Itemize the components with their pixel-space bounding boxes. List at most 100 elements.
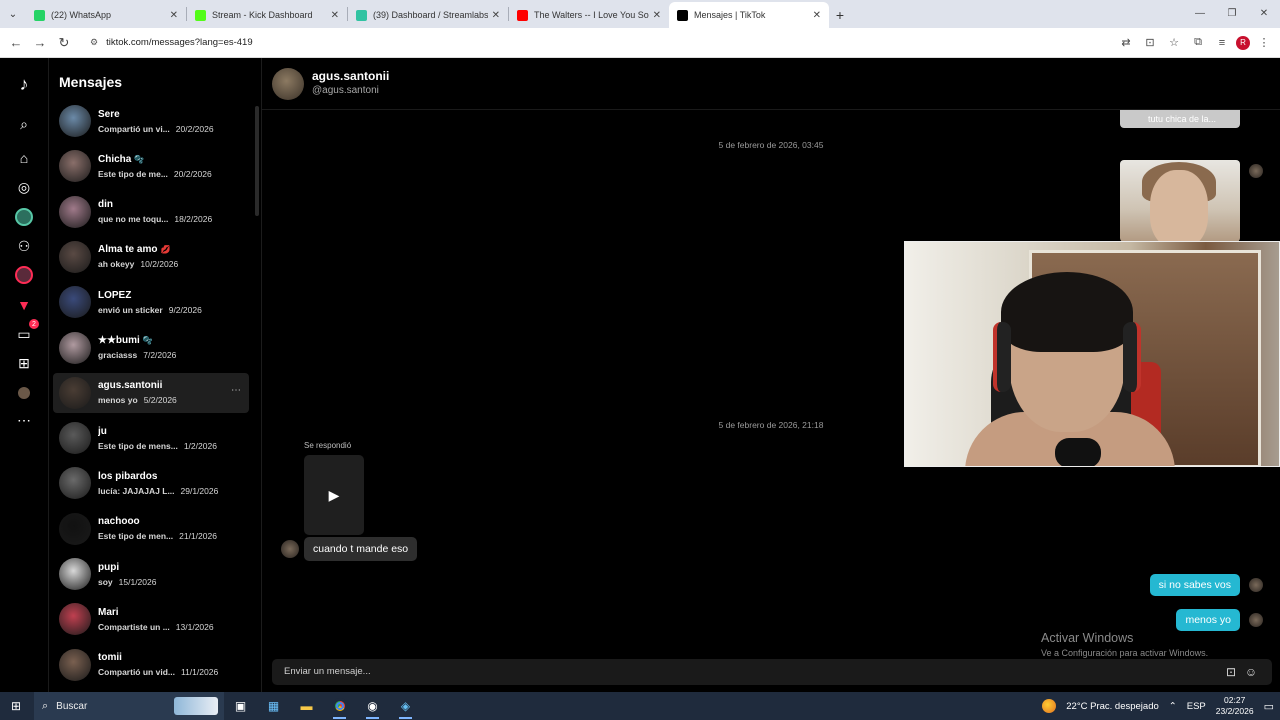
activity-send-icon[interactable]: ▼ [12,293,36,317]
live-avatar-icon[interactable] [12,205,36,229]
store-icon[interactable]: ▦ [257,692,290,720]
tiktok-logo-icon[interactable]: ♪ [12,72,36,96]
sidebar-scrollbar[interactable] [255,106,259,216]
conversation-date: 1/2/2026 [183,440,217,451]
clock[interactable]: 02:27 23/2/2026 [1216,695,1254,717]
chat-avatar[interactable] [272,68,304,100]
search-icon[interactable]: ⌕ [12,112,36,136]
conversation-item[interactable]: Mari Compartiste un ... 13/1/2026 [53,599,249,639]
account-avatar-icon[interactable] [12,381,36,405]
tab-youtube[interactable]: The Walters -- I Love You So - Y ✕ [509,2,669,28]
tray-chevron-icon[interactable]: ⌃ [1169,701,1177,712]
photo-message[interactable] [1120,160,1240,242]
upload-plus-icon[interactable]: ⊞ [12,351,36,375]
file-explorer-icon[interactable]: ▬ [290,692,323,720]
conversation-item[interactable]: tomii Compartió un vid... 11/1/2026 [53,645,249,685]
profile-avatar-icon[interactable] [12,263,36,287]
tab-title: The Walters -- I Love You So - Y [534,10,649,20]
tab-title: Mensajes | TikTok [694,10,766,20]
close-tab-icon[interactable]: ✕ [492,10,500,21]
conversation-avatar [59,105,91,137]
close-tab-icon[interactable]: ✕ [331,10,339,21]
windows-start-icon[interactable]: ⊞ [0,692,32,720]
conversation-preview: envió un sticker [98,304,163,315]
site-info-icon[interactable]: ⚙ [90,37,98,48]
tab-whatsapp[interactable]: (22) WhatsApp ✕ [26,2,186,28]
extensions-icon[interactable]: ⧉ [1188,33,1208,53]
back-arrow-icon[interactable]: ← [4,31,28,55]
date-separator: 5 de febrero de 2026, 03:45 [718,140,824,150]
install-app-icon[interactable]: ⊡ [1140,33,1160,53]
explore-compass-icon[interactable]: ◎ [12,175,36,199]
conversation-avatar [59,603,91,636]
bookmark-star-icon[interactable]: ☆ [1164,33,1184,53]
language-indicator[interactable]: ESP [1187,701,1206,712]
tab-kick-dashboard[interactable]: Stream - Kick Dashboard ✕ [187,2,347,28]
conversation-item[interactable]: din que no me toqu... 18/2/2026 [53,192,249,232]
webcam-person [1001,272,1133,352]
watermark-subtitle: Ve a Configuración para activar Windows. [1041,648,1209,658]
taskbar-search[interactable]: ⌕ Buscar [34,692,224,720]
home-icon[interactable]: ⌂ [12,146,36,170]
conversation-item[interactable]: los pibardos lucía: JAJAJAJ L... 29/1/2026 [53,463,249,503]
browser-menu-icon[interactable]: ⋮ [1254,33,1274,53]
message-composer[interactable]: Enviar un mensaje... ⊡ ☺ [272,659,1272,685]
reload-icon[interactable]: ↻ [52,31,76,55]
task-view-icon[interactable]: ▣ [224,692,257,720]
tab-title: Stream - Kick Dashboard [212,10,313,20]
conversation-date: 29/1/2026 [180,485,219,496]
conversation-item[interactable]: Sere Compartió un vi... 20/2/2026 [53,101,249,141]
conversation-name: Chicha 🫧 [98,153,145,165]
shared-post-card[interactable]: tutu chica de la... [1120,110,1240,128]
chrome-icon[interactable] [323,692,356,720]
minimize-icon[interactable]: — [1184,0,1216,26]
kick-favicon-icon [195,9,206,21]
steam-icon[interactable]: ◈ [389,692,422,720]
close-window-icon[interactable]: ✕ [1248,0,1280,26]
close-tab-icon[interactable]: ✕ [170,10,178,21]
conversation-item[interactable]: LOPEZ envió un sticker 9/2/2026 [53,282,249,322]
close-tab-icon[interactable]: ✕ [653,10,661,21]
forward-arrow-icon[interactable]: → [28,31,52,55]
conversation-item[interactable]: nachooo Este tipo de men... 21/1/2026 [53,509,249,549]
more-options-icon[interactable]: ⋯ [12,408,36,432]
chat-contact-handle: @agus.santoni [312,85,379,96]
chat-contact-name[interactable]: agus.santonii [312,69,389,83]
conversation-avatar [59,512,91,545]
conversation-preview: graciasss [98,350,138,360]
weather-text[interactable]: 22°C Prac. despejado [1066,701,1159,712]
conversation-text: agus.santonii menos yo 5/2/2026 [98,380,249,405]
windows-taskbar: ⊞ ⌕ Buscar ▣ ▦ ▬ ◉ ◈ 22°C Prac. despejad… [0,692,1280,720]
tab-search-chevron-icon[interactable]: ⌄ [0,0,26,28]
profile-avatar[interactable]: R [1236,35,1250,50]
image-upload-icon[interactable]: ⊡ [1222,663,1240,681]
conversation-item[interactable]: Chicha 🫧 Este tipo de me... 20/2/2026 [53,146,249,186]
conversation-item[interactable]: ★★bumi 🫧 graciasss 7/2/2026 [53,328,249,368]
conversation-avatar [59,331,91,364]
following-users-icon[interactable]: ⚇ [12,234,36,258]
notifications-icon[interactable]: ▭ [1264,700,1274,713]
new-tab-plus-icon[interactable]: + [829,2,851,28]
tab-streamlabs[interactable]: (39) Dashboard / Streamlabs ✕ [348,2,508,28]
conversation-preview: menos yo [98,395,138,406]
conversation-item[interactable]: agus.santonii menos yo 5/2/2026 ⋯ [53,372,249,413]
obs-icon[interactable]: ◉ [356,692,389,720]
messages-icon[interactable]: ▭ 2 [12,319,39,346]
contact-avatar [281,540,299,558]
emoji-icon[interactable]: ☺ [1242,663,1260,681]
close-tab-icon[interactable]: ✕ [813,10,821,21]
media-controls-icon[interactable]: ≡ [1212,33,1232,53]
tab-tiktok-messages[interactable]: Mensajes | TikTok ✕ [669,2,829,28]
address-bar[interactable]: ⚙ tiktok.com/messages?lang=es-419 [82,32,1082,54]
conversation-date: 9/2/2026 [168,304,202,315]
conversations-sidebar: Mensajes Sere Compartió un vi... 20/2/2026… [49,58,262,692]
conversation-preview: lucía: JAJAJAJ L... [98,485,175,496]
translate-icon[interactable]: ⇄ [1116,33,1136,53]
browser-toolbar: ← → ↻ ⚙ tiktok.com/messages?lang=es-419 … [0,28,1280,58]
video-reply-thumbnail[interactable]: ▶ [304,455,364,535]
conversation-more-icon[interactable]: ⋯ [231,385,241,396]
conversation-item[interactable]: ju Este tipo de mens... 1/2/2026 [53,418,249,458]
conversation-item[interactable]: Alma te amo 💋 ah okeyy 10/2/2026 [53,237,249,277]
restore-icon[interactable]: ❐ [1216,0,1248,26]
conversation-item[interactable]: pupi soy 15/1/2026 [53,554,249,594]
